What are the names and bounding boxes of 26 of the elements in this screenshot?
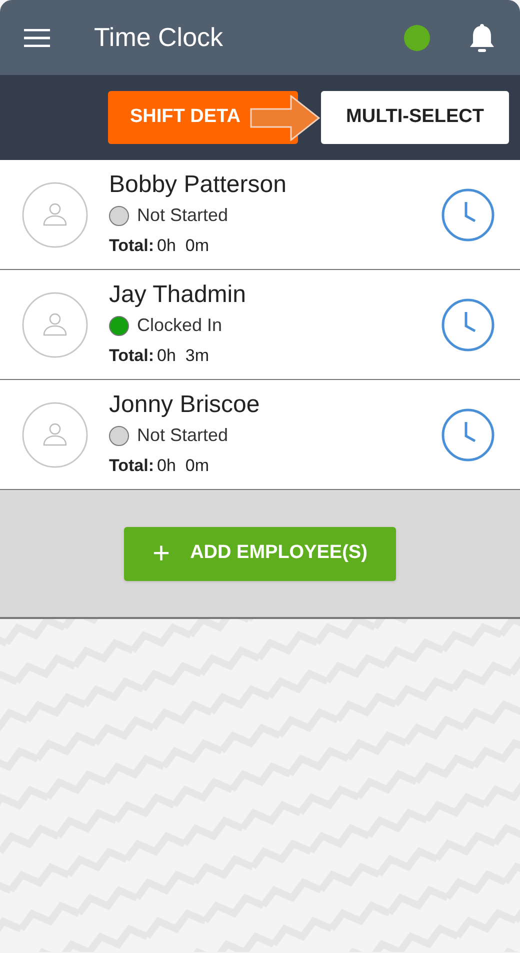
avatar-icon bbox=[22, 292, 88, 358]
arrow-icon bbox=[250, 95, 320, 141]
total-label: Total: bbox=[109, 345, 154, 368]
multi-select-button[interactable]: MULTI-SELECT bbox=[321, 91, 509, 144]
clock-icon[interactable] bbox=[441, 188, 495, 242]
total-label: Total: bbox=[109, 455, 154, 478]
app-title: Time Clock bbox=[94, 21, 224, 54]
employee-name: Jonny Briscoe bbox=[109, 390, 260, 420]
employee-row[interactable]: Jonny Briscoe Not Started Total: 0h 0m bbox=[0, 380, 520, 490]
employee-name: Bobby Patterson bbox=[109, 170, 286, 200]
total-time: 0h 3m bbox=[157, 345, 209, 368]
clock-icon[interactable] bbox=[441, 408, 495, 462]
total-label: Total: bbox=[109, 235, 154, 258]
status-text: Not Started bbox=[137, 424, 228, 448]
bell-icon[interactable] bbox=[468, 22, 496, 54]
menu-icon[interactable] bbox=[24, 28, 50, 46]
avatar-icon bbox=[22, 182, 88, 248]
employee-row[interactable]: Jay Thadmin Clocked In Total: 0h 3m bbox=[0, 270, 520, 380]
employee-row[interactable]: Bobby Patterson Not Started Total: 0h 0m bbox=[0, 160, 520, 270]
status-text: Not Started bbox=[137, 204, 228, 228]
avatar-icon bbox=[22, 402, 88, 468]
status-text: Clocked In bbox=[137, 314, 222, 338]
clock-icon[interactable] bbox=[441, 298, 495, 352]
total-time: 0h 0m bbox=[157, 235, 209, 258]
total-time: 0h 0m bbox=[157, 455, 209, 478]
employee-name: Jay Thadmin bbox=[109, 280, 246, 310]
